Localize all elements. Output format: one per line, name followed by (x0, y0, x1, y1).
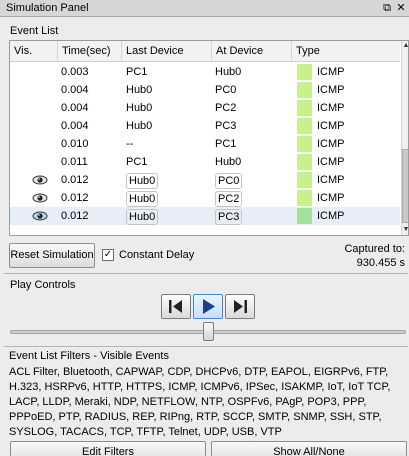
cell-time: 0.004 (61, 102, 89, 114)
cell-time: 0.003 (61, 66, 89, 78)
cell-type: ICMP (317, 174, 345, 186)
cell-type: ICMP (317, 156, 345, 168)
scroll-up-icon[interactable]: ▲ (402, 41, 408, 51)
vertical-scrollbar[interactable]: ▲ ▼ (401, 41, 408, 235)
cell-last-device: Hub0 (126, 173, 159, 189)
cell-at-device: Hub0 (215, 66, 242, 78)
restore-icon[interactable]: ⧉ (381, 2, 393, 14)
constant-delay-checkbox[interactable]: ✓ (102, 249, 114, 261)
cell-at-device: Hub0 (215, 156, 242, 168)
cell-type: ICMP (317, 120, 345, 132)
column-header-at-device[interactable]: At Device (212, 41, 292, 62)
captured-to: Captured to: 930.455 s (344, 242, 405, 270)
cell-time: 0.011 (61, 156, 88, 168)
type-color-swatch (297, 172, 312, 188)
cell-at-device: PC3 (215, 209, 243, 225)
table-row[interactable]: 0.003 PC1 Hub0 ICMP (10, 63, 400, 81)
eye-icon[interactable] (32, 171, 52, 189)
column-header-type[interactable]: Type (292, 41, 400, 62)
table-row[interactable]: 0.012 Hub0 PC0 ICMP (10, 171, 400, 189)
filters-list: ACL Filter, Bluetooth, CAPWAP, CDP, DHCP… (9, 366, 391, 438)
cell-type: ICMP (317, 210, 345, 222)
back-icon (169, 300, 182, 313)
cell-type: ICMP (317, 66, 345, 78)
eye-icon[interactable] (32, 189, 52, 207)
table-header: Vis. Time(sec) Last Device At Device Typ… (10, 41, 400, 62)
type-color-swatch (297, 64, 312, 80)
type-color-swatch (297, 100, 312, 116)
cell-time: 0.012 (61, 210, 89, 222)
cell-last-device: Hub0 (126, 209, 159, 225)
type-color-swatch (297, 208, 312, 224)
divider (4, 346, 408, 347)
show-all-none-button[interactable]: Show All/None (211, 441, 407, 456)
captured-to-label: Captured to: (344, 243, 405, 255)
play-controls-label: Play Controls (10, 279, 76, 291)
back-button[interactable] (161, 294, 191, 319)
cell-time: 0.004 (61, 84, 89, 96)
cell-type: ICMP (317, 84, 345, 96)
panel-titlebar: Simulation Panel ⧉ ✕ (0, 0, 409, 17)
cell-last-device: PC1 (126, 66, 148, 78)
cell-type: ICMP (317, 192, 345, 204)
forward-button[interactable] (225, 294, 255, 319)
cell-time: 0.012 (61, 174, 89, 186)
filters-label: Event List Filters - Visible Events (9, 350, 169, 362)
scroll-thumb[interactable] (402, 149, 408, 223)
cell-last-device: Hub0 (126, 102, 153, 114)
table-row[interactable]: 0.010 -- PC1 ICMP (10, 135, 400, 153)
cell-time: 0.004 (61, 120, 89, 132)
constant-delay-label: Constant Delay (119, 249, 195, 261)
cell-type: ICMP (317, 102, 345, 114)
play-button[interactable] (193, 294, 223, 319)
cell-type: ICMP (317, 138, 345, 150)
speed-slider-thumb[interactable] (203, 322, 214, 341)
cell-at-device: PC1 (215, 138, 237, 150)
event-list-table: Vis. Time(sec) Last Device At Device Typ… (9, 40, 409, 236)
edit-filters-button[interactable]: Edit Filters (10, 441, 206, 456)
panel-title: Simulation Panel (6, 2, 89, 14)
cell-at-device: PC2 (215, 102, 237, 114)
close-icon[interactable]: ✕ (395, 2, 407, 14)
event-list-label: Event List (10, 25, 59, 37)
scroll-down-icon[interactable]: ▼ (402, 225, 408, 235)
column-header-time[interactable]: Time(sec) (58, 41, 122, 62)
play-icon (203, 299, 215, 314)
cell-last-device: PC1 (126, 156, 148, 168)
table-row[interactable]: 0.012 Hub0 PC3 ICMP (10, 207, 400, 225)
column-header-vis[interactable]: Vis. (10, 41, 58, 62)
table-row[interactable]: 0.004 Hub0 PC2 ICMP (10, 99, 400, 117)
cell-last-device: Hub0 (126, 120, 153, 132)
captured-to-value: 930.455 s (356, 257, 405, 269)
cell-last-device: Hub0 (126, 191, 159, 207)
cell-time: 0.012 (61, 192, 89, 204)
cell-at-device: PC0 (215, 84, 237, 96)
divider (4, 273, 408, 274)
type-color-swatch (297, 118, 312, 134)
reset-simulation-button[interactable]: Reset Simulation (9, 243, 95, 268)
cell-last-device: -- (126, 138, 134, 150)
cell-at-device: PC2 (215, 191, 243, 207)
table-row[interactable]: 0.011 PC1 Hub0 ICMP (10, 153, 400, 171)
table-row[interactable]: 0.012 Hub0 PC2 ICMP (10, 189, 400, 207)
type-color-swatch (297, 190, 312, 206)
eye-icon[interactable] (32, 207, 52, 225)
table-row[interactable]: 0.004 Hub0 PC0 ICMP (10, 81, 400, 99)
type-color-swatch (297, 136, 312, 152)
cell-at-device: PC0 (215, 173, 243, 189)
cell-at-device: PC3 (215, 120, 237, 132)
table-row[interactable]: 0.004 Hub0 PC3 ICMP (10, 117, 400, 135)
type-color-swatch (297, 154, 312, 170)
type-color-swatch (297, 82, 312, 98)
cell-last-device: Hub0 (126, 84, 153, 96)
column-header-last-device[interactable]: Last Device (122, 41, 212, 62)
cell-time: 0.010 (61, 138, 89, 150)
forward-icon (234, 300, 247, 313)
